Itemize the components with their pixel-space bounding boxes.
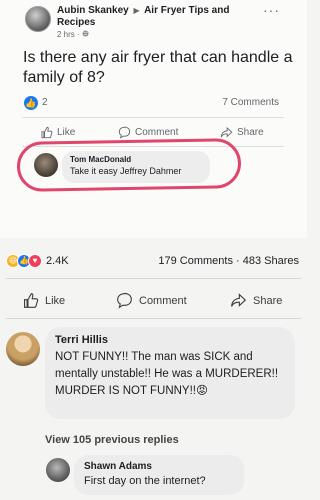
- thumbs-up-icon: [41, 126, 53, 139]
- post-header: Aubin Skankey ▶ Air Fryer Tips and Recip…: [57, 5, 262, 29]
- divider: [6, 278, 301, 279]
- reaction-icons[interactable]: 😆 👍 ♥: [6, 254, 42, 268]
- reaction-count[interactable]: 2.4K: [46, 255, 69, 267]
- share-icon: [220, 126, 233, 138]
- share-button[interactable]: Share: [230, 292, 282, 309]
- avatar[interactable]: [46, 458, 70, 482]
- share-button[interactable]: Share: [220, 126, 264, 139]
- author-name[interactable]: Aubin Skankey: [57, 5, 129, 16]
- screenshot-post-card: Aubin Skankey ▶ Air Fryer Tips and Recip…: [0, 0, 307, 238]
- reaction-stats-bar: 😆 👍 ♥ 2.4K 179 Comments · 483 Shares: [0, 250, 307, 272]
- comment-button[interactable]: Comment: [118, 126, 178, 139]
- arrow-right-icon: ▶: [133, 6, 140, 15]
- comment-bubble: Shawn Adams First day on the internet?: [74, 455, 244, 495]
- thumbs-up-icon: [23, 293, 39, 308]
- divider: [6, 318, 301, 319]
- more-options-icon[interactable]: ···: [263, 2, 280, 18]
- divider: [22, 117, 284, 118]
- highlight-circle: [16, 138, 242, 192]
- comment-text: NOT FUNNY!! The man was SICK and mentall…: [55, 351, 279, 397]
- share-icon: [231, 293, 247, 307]
- comment-bubble: Terri Hillis NOT FUNNY!! The man was SIC…: [45, 327, 295, 419]
- like-button[interactable]: Like: [40, 126, 75, 139]
- reaction-count[interactable]: 2: [42, 97, 48, 108]
- post-timestamp[interactable]: 2 hrs ·: [57, 30, 82, 39]
- avatar[interactable]: [25, 6, 51, 32]
- comment-button[interactable]: Comment: [116, 292, 187, 309]
- like-label: Like: [57, 127, 76, 138]
- comment-icon: [117, 292, 132, 309]
- post-text: Is there any air fryer that can handle a…: [23, 49, 293, 86]
- love-icon: ♥: [28, 254, 42, 268]
- view-previous-replies-link[interactable]: View 105 previous replies: [45, 434, 179, 446]
- comments-shares-count[interactable]: 179 Comments · 483 Shares: [158, 255, 299, 267]
- share-label: Share: [237, 127, 264, 138]
- globe-icon: [82, 30, 89, 39]
- comment-icon: [118, 126, 131, 139]
- comments-count[interactable]: 7 Comments: [222, 97, 279, 108]
- comment-author[interactable]: Shawn Adams: [84, 460, 234, 473]
- like-button[interactable]: Like: [22, 292, 65, 309]
- share-label: Share: [253, 294, 283, 307]
- post-meta: 2 hrs ·: [57, 30, 89, 39]
- comment-label: Comment: [135, 127, 179, 138]
- avatar[interactable]: [6, 332, 40, 366]
- like-label: Like: [45, 294, 66, 307]
- comment-author[interactable]: Terri Hillis: [55, 333, 285, 347]
- comment-label: Comment: [139, 294, 187, 307]
- comment-text: First day on the internet?: [84, 475, 206, 487]
- like-icon: 👍: [24, 96, 38, 110]
